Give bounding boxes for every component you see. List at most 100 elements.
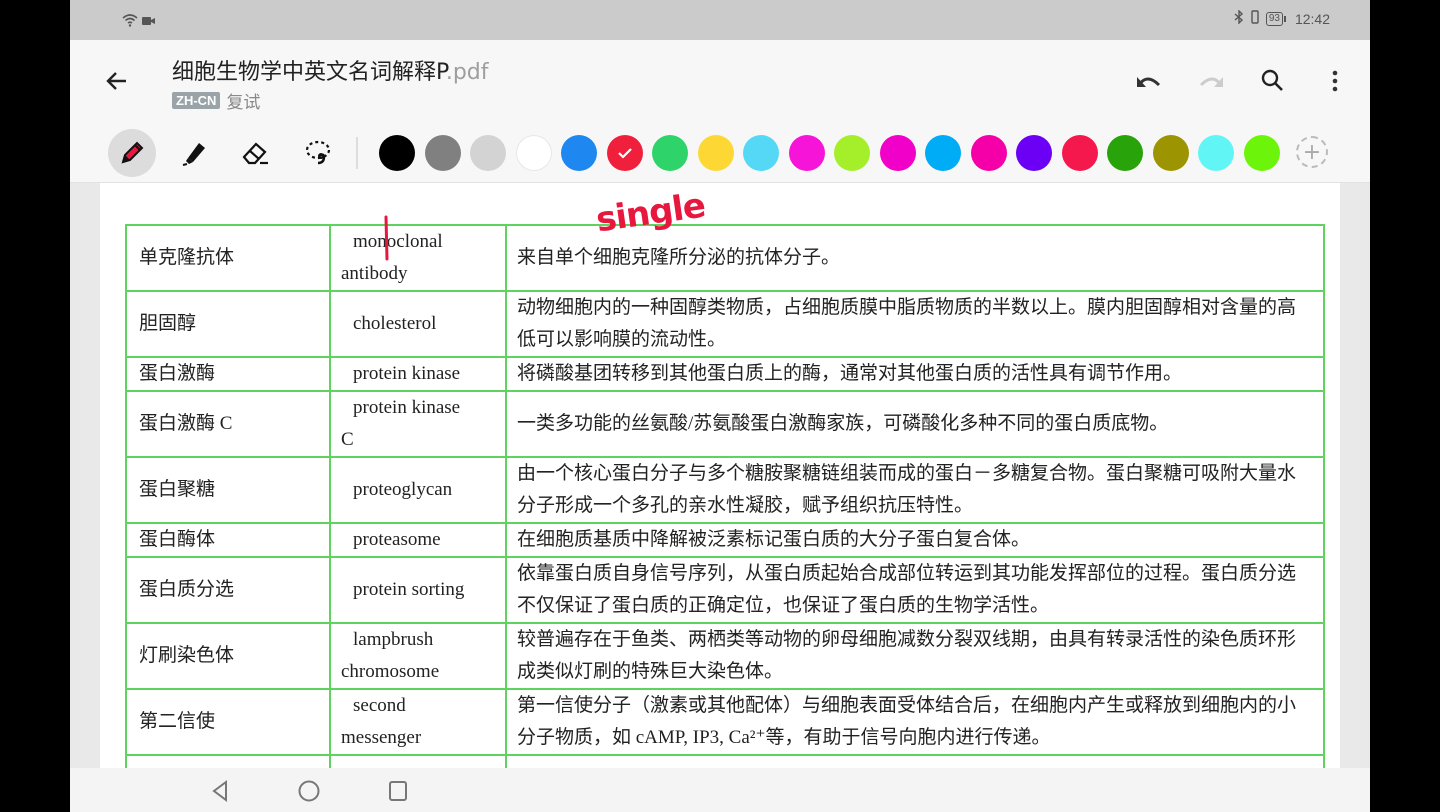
term-english-line2: chromosome bbox=[341, 661, 440, 682]
color-swatch[interactable] bbox=[788, 135, 825, 171]
language-badge: ZH-CN bbox=[172, 92, 221, 109]
annotation-toolbar: + bbox=[70, 124, 1370, 183]
term-chinese: 蛋白激酶 bbox=[125, 356, 331, 392]
term-definition: 由一个核心蛋白分子与多个糖胺聚糖链组装而成的蛋白－多糖复合物。蛋白聚糖可吸附大量… bbox=[505, 456, 1325, 524]
term-definition: 将磷酸基团转移到其他蛋白质上的酶，通常对其他蛋白质的活性具有调节作用。 bbox=[505, 356, 1325, 392]
term-english: monoclonal antibody bbox=[329, 224, 507, 292]
term-definition: 依靠蛋白质自身信号序列，从蛋白质起始合成部位转运到其功能发挥部位的过程。蛋白质分… bbox=[505, 556, 1325, 624]
term-definition: 在细胞质基质中降解被泛素标记蛋白质的大分子蛋白复合体。 bbox=[505, 522, 1325, 558]
color-swatch[interactable] bbox=[1198, 135, 1234, 171]
color-swatch[interactable] bbox=[1243, 135, 1280, 171]
color-swatch[interactable] bbox=[925, 135, 961, 171]
color-swatch[interactable] bbox=[879, 135, 916, 171]
highlighter-tool[interactable] bbox=[170, 129, 218, 177]
add-color-button[interactable]: + bbox=[1296, 136, 1328, 168]
color-swatch[interactable] bbox=[1152, 135, 1189, 171]
term-english-line1: protein sorting bbox=[353, 579, 465, 600]
status-bar: 93 12:42 bbox=[70, 0, 1370, 40]
tablet-screen: 93 12:42 细胞生物学中英文名词解释P.pdf ZH-CN 复试 + 单克… bbox=[70, 0, 1370, 812]
table-row: 单克隆抗体 monoclonal antibody 来自单个细胞克隆所分泌的抗体分子。 bbox=[125, 224, 1325, 292]
term-english-line1: second bbox=[353, 695, 406, 716]
term-english: cholesterol bbox=[329, 290, 507, 358]
nav-back-button[interactable] bbox=[208, 778, 234, 804]
circle-home-icon bbox=[298, 780, 320, 802]
table-row: 蛋白激酶 C protein kinase C 一类多功能的丝氨酸/苏氨酸蛋白激酶家族… bbox=[125, 390, 1325, 458]
lasso-icon bbox=[305, 140, 331, 165]
table-row: 灯刷染色体 lampbrush chromosome 较普遍存在于鱼类、两栖类等动物的… bbox=[125, 622, 1325, 690]
pdf-page: 单克隆抗体 monoclonal antibody 来自单个细胞克隆所分泌的抗体分子。… bbox=[100, 183, 1340, 768]
term-english-line1: proteoglycan bbox=[353, 479, 453, 500]
nav-recents-button[interactable] bbox=[385, 778, 411, 804]
color-swatch[interactable] bbox=[424, 135, 461, 171]
eraser-tool[interactable] bbox=[232, 129, 280, 177]
term-english-line1: proteasome bbox=[353, 529, 441, 550]
title-name: 细胞生物学中英文名词解释P bbox=[172, 60, 446, 85]
search-button[interactable] bbox=[1258, 66, 1288, 96]
nav-home-button[interactable] bbox=[296, 778, 322, 804]
term-definition: 较普遍存在于鱼类、两栖类等动物的卵母细胞减数分裂双线期，由具有转录活性的染色质环… bbox=[505, 622, 1325, 690]
document-meta: ZH-CN 复试 bbox=[172, 88, 260, 113]
pen-tool[interactable] bbox=[108, 129, 156, 177]
table-row: 蛋白激酶 protein kinase 将磷酸基团转移到其他蛋白质上的酶，通常对其他… bbox=[125, 356, 1325, 392]
term-chinese: 胆固醇 bbox=[125, 290, 331, 358]
term-definition: 第一信使分子（激素或其他配体）与细胞表面受体结合后，在细胞内产生或释放到细胞内的… bbox=[505, 688, 1325, 756]
lasso-tool[interactable] bbox=[294, 129, 342, 177]
term-english: protein kinase C bbox=[329, 390, 507, 458]
color-swatch[interactable] bbox=[970, 135, 1007, 171]
color-swatch[interactable] bbox=[1061, 135, 1098, 171]
table-row: 胆固醇 cholesterol 动物细胞内的一种固醇类物质，占细胞质膜中脂质物质的半… bbox=[125, 290, 1325, 358]
system-nav-bar bbox=[70, 768, 1370, 812]
color-swatch[interactable] bbox=[743, 135, 779, 171]
term-english-line1: protein kinase bbox=[353, 397, 461, 418]
term-english-line2: antibody bbox=[341, 263, 408, 284]
undo-button[interactable] bbox=[1134, 66, 1164, 96]
plus-icon: + bbox=[1302, 139, 1322, 165]
color-swatch[interactable] bbox=[1107, 135, 1143, 171]
color-swatch[interactable] bbox=[697, 135, 734, 171]
term-english-line2: C bbox=[341, 429, 354, 450]
term-english-line1: cholesterol bbox=[353, 313, 437, 334]
term-english: second messenger bbox=[329, 688, 507, 756]
vibrate-icon bbox=[1250, 10, 1260, 27]
term-english: protein kinase bbox=[329, 356, 507, 392]
table-row: 蛋白质分选 protein sorting 依靠蛋白质自身信号序列，从蛋白质起始合成… bbox=[125, 556, 1325, 624]
square-recents-icon bbox=[389, 781, 407, 801]
color-swatch[interactable] bbox=[561, 135, 597, 171]
term-chinese: 灯刷染色体 bbox=[125, 622, 331, 690]
term-english bbox=[329, 754, 507, 768]
title-extension: .pdf bbox=[445, 60, 489, 85]
color-swatch[interactable] bbox=[515, 135, 552, 171]
term-english-line2: messenger bbox=[341, 727, 422, 748]
checkmark-icon bbox=[617, 148, 632, 159]
term-chinese: 蛋白质分选 bbox=[125, 556, 331, 624]
wifi-icon bbox=[122, 12, 138, 31]
color-swatch[interactable] bbox=[1016, 135, 1052, 171]
redo-button[interactable] bbox=[1196, 66, 1226, 96]
highlighter-icon bbox=[182, 143, 205, 166]
color-swatch[interactable] bbox=[470, 135, 506, 171]
document-tag[interactable]: 复试 bbox=[226, 88, 260, 113]
color-swatch[interactable] bbox=[379, 135, 415, 171]
more-vertical-icon bbox=[1332, 70, 1338, 92]
color-swatch[interactable] bbox=[652, 135, 688, 171]
term-definition: 一类多功能的丝氨酸/苏氨酸蛋白激酶家族，可磷酸化多种不同的蛋白质底物。 bbox=[505, 390, 1325, 458]
glossary-table: 单克隆抗体 monoclonal antibody 来自单个细胞克隆所分泌的抗体分子。… bbox=[125, 224, 1325, 768]
back-button[interactable] bbox=[104, 68, 130, 94]
term-chinese: 蛋白聚糖 bbox=[125, 456, 331, 524]
term-definition bbox=[505, 754, 1325, 768]
clock: 12:42 bbox=[1294, 10, 1330, 27]
undo-icon bbox=[1137, 77, 1161, 87]
color-swatch[interactable] bbox=[834, 135, 870, 171]
term-english: lampbrush chromosome bbox=[329, 622, 507, 690]
term-chinese: 蛋白酶体 bbox=[125, 522, 331, 558]
term-chinese bbox=[125, 754, 331, 768]
term-english-line1: monoclonal bbox=[353, 231, 443, 252]
document-viewport[interactable]: 单克隆抗体 monoclonal antibody 来自单个细胞克隆所分泌的抗体分子。… bbox=[70, 183, 1370, 768]
term-definition: 动物细胞内的一种固醇类物质，占细胞质膜中脂质物质的半数以上。膜内胆固醇相对含量的… bbox=[505, 290, 1325, 358]
triangle-back-icon bbox=[212, 780, 227, 802]
search-icon bbox=[1261, 69, 1283, 91]
app-bar: 细胞生物学中英文名词解释P.pdf ZH-CN 复试 bbox=[70, 40, 1370, 124]
term-english: protein sorting bbox=[329, 556, 507, 624]
color-swatch[interactable] bbox=[606, 135, 643, 171]
more-options-button[interactable] bbox=[1320, 66, 1350, 96]
